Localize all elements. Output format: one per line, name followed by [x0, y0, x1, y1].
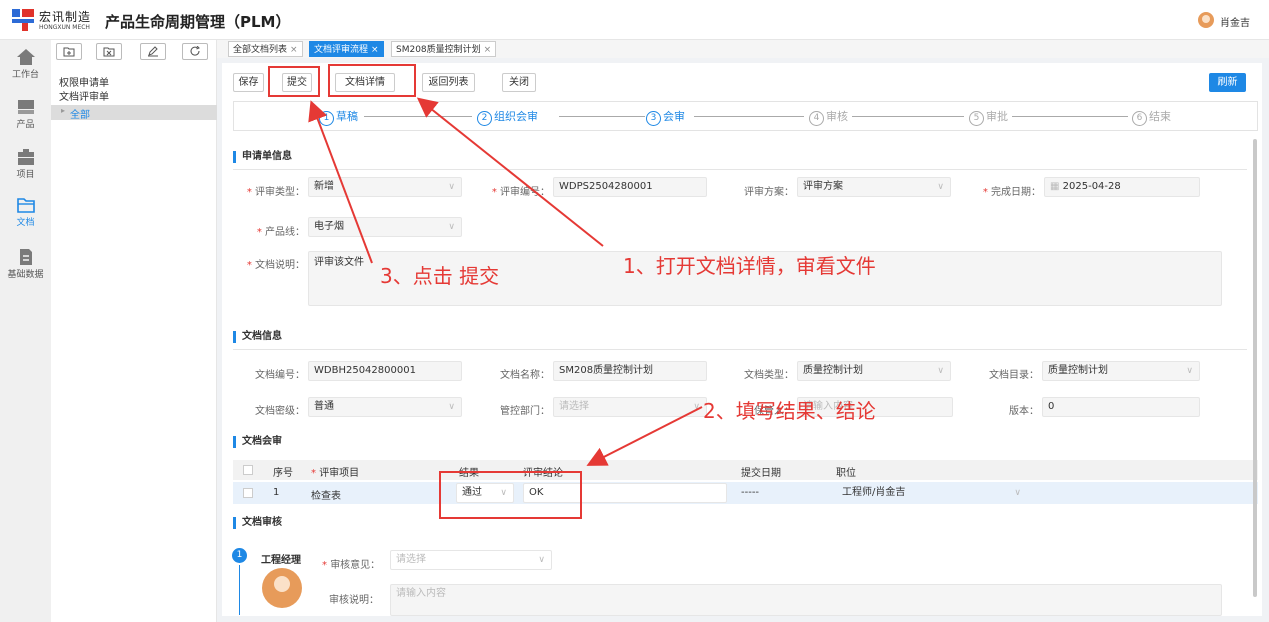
back-to-list-button[interactable]: 返回列表 — [422, 73, 475, 92]
doc-directory-select[interactable]: 质量控制计划 ∨ — [1042, 361, 1200, 381]
brand-name: 宏讯制造 — [39, 10, 92, 24]
highlight-result-conclusion — [439, 471, 582, 519]
nav-item-base-data[interactable]: 基础数据 — [0, 244, 51, 286]
auditor-avatar — [262, 568, 302, 616]
expand-arrow-icon: ▸ — [61, 106, 66, 115]
tab-all-documents[interactable]: 全部文档列表 × — [228, 41, 303, 57]
chevron-down-icon: ∨ — [448, 402, 455, 412]
highlight-doc-detail — [328, 64, 416, 97]
nav-item-workbench[interactable]: 工作台 — [0, 44, 51, 86]
edit-icon — [148, 46, 158, 57]
secret-level-select[interactable]: 普通 ∨ — [308, 397, 462, 417]
main-content: 保存 提交 文档详情 返回列表 关闭 刷新 1 草稿 2 组织会审 3 会审 4 审核 … — [217, 58, 1269, 622]
review-type-select[interactable]: 新增 ∨ — [308, 177, 462, 197]
step-review: 3 会审 — [646, 108, 685, 126]
close-icon[interactable]: × — [484, 45, 492, 55]
user-name[interactable]: 肖金吉 — [1220, 14, 1250, 29]
select-all-checkbox[interactable] — [243, 465, 253, 475]
tab-sm208[interactable]: SM208质量控制计划 × — [391, 41, 497, 57]
refresh-tree-button[interactable] — [182, 43, 208, 60]
nav-item-project[interactable]: 项目 — [0, 144, 51, 186]
doc-name-field: SM208质量控制计划 — [553, 361, 707, 381]
section-doc-review: 文档会审 — [233, 436, 282, 448]
doc-type-select[interactable]: 质量控制计划 ∨ — [797, 361, 951, 381]
new-folder-button[interactable] — [56, 43, 82, 60]
brand-subtitle: HONGXUN MECH — [39, 24, 90, 31]
add-folder-icon — [63, 47, 75, 57]
section-doc-audit: 文档审核 — [233, 517, 282, 529]
product-icon — [17, 100, 34, 114]
nav-item-document[interactable]: 文档 — [0, 192, 51, 234]
edit-folder-button[interactable] — [140, 43, 166, 60]
highlight-submit — [268, 66, 320, 97]
audit-step-number: 1 — [232, 548, 247, 563]
chevron-down-icon: ∨ — [538, 555, 545, 565]
chevron-down-icon: ∨ — [1014, 488, 1021, 498]
chevron-down-icon: ∨ — [448, 182, 455, 192]
app-title: 产品生命周期管理（PLM） — [105, 13, 291, 31]
review-table-header: 序号 * 评审项目 结果 评审结论 提交日期 职位 — [233, 460, 1258, 480]
review-plan-select[interactable]: 评审方案 ∨ — [797, 177, 951, 197]
chevron-down-icon: ∨ — [1186, 366, 1193, 376]
control-dept-select[interactable]: 请选择 ∨ — [553, 397, 707, 417]
vertical-scrollbar[interactable] — [1253, 139, 1257, 597]
chevron-down-icon: ∨ — [693, 402, 700, 412]
audit-role: 工程经理 — [261, 555, 301, 566]
close-icon[interactable]: × — [371, 45, 379, 55]
home-icon — [16, 49, 35, 65]
refresh-button[interactable]: 刷新 — [1209, 73, 1246, 92]
delete-folder-button[interactable] — [96, 43, 122, 60]
save-button[interactable]: 保存 — [233, 73, 264, 92]
step-end: 6 结束 — [1132, 108, 1171, 126]
workflow-steps: 1 草稿 2 组织会审 3 会审 4 审核 5 审批 6 结束 — [233, 101, 1258, 131]
table-row[interactable]: 1 检查表 通过 ∨ OK ----- 工程师/肖金吉 ∨ — [233, 482, 1258, 504]
app-header: 宏讯制造 HONGXUN MECH 产品生命周期管理（PLM） 肖金吉 — [0, 0, 1269, 40]
finish-date-field[interactable]: ▦ 2025-04-28 — [1044, 177, 1200, 197]
close-button[interactable]: 关闭 — [502, 73, 536, 92]
review-no-field: WDPS2504280001 — [553, 177, 707, 197]
annotation-step-2: 2、填写结果、结论 — [703, 399, 876, 423]
refresh-icon — [190, 46, 200, 56]
review-form-card: 保存 提交 文档详情 返回列表 关闭 刷新 1 草稿 2 组织会审 3 会审 4 审核 … — [222, 63, 1262, 616]
document-icon — [19, 249, 32, 265]
annotation-step-3: 3、点击 提交 — [380, 264, 500, 288]
annotation-step-1: 1、打开文档详情，审看文件 — [623, 254, 876, 278]
folder-icon — [16, 198, 35, 213]
position-select[interactable]: 工程师/肖金吉 ∨ — [836, 483, 1028, 503]
audit-opinion-select[interactable]: 请选择 ∨ — [390, 550, 552, 570]
company-logo — [12, 9, 34, 31]
remove-folder-icon — [103, 47, 115, 57]
chevron-down-icon: ∨ — [448, 222, 455, 232]
doc-no-field: WDBH25042800001 — [308, 361, 462, 381]
product-line-select[interactable]: 电子烟 ∨ — [308, 217, 462, 237]
nav-item-product[interactable]: 产品 — [0, 94, 51, 136]
tree-item-permission-request[interactable]: 权限申请单 — [59, 74, 109, 89]
step-audit: 4 审核 — [809, 108, 848, 126]
calendar-icon: ▦ — [1050, 181, 1063, 192]
step-organize-review: 2 组织会审 — [477, 108, 538, 126]
tree-item-doc-review[interactable]: 文档评审单 — [59, 88, 109, 103]
project-icon — [17, 149, 34, 165]
chevron-down-icon: ∨ — [937, 366, 944, 376]
user-avatar[interactable] — [1198, 12, 1214, 28]
version-field: 0 — [1042, 397, 1200, 417]
chevron-down-icon: ∨ — [937, 182, 944, 192]
document-tree-panel: 权限申请单 文档评审单 ▸ 全部 — [51, 40, 217, 622]
tab-bar: 全部文档列表 × 文档评审流程 × SM208质量控制计划 × — [217, 40, 1269, 58]
section-request-info: 申请单信息 — [233, 151, 292, 163]
step-draft: 1 草稿 — [319, 108, 358, 126]
close-icon[interactable]: × — [290, 45, 298, 55]
step-approve: 5 审批 — [969, 108, 1008, 126]
section-doc-info: 文档信息 — [233, 331, 282, 343]
main-nav: 工作台 产品 项目 文档 基础数据 — [0, 40, 51, 622]
tab-doc-review-flow[interactable]: 文档评审流程 × — [309, 41, 384, 57]
audit-note-input[interactable]: 请输入内容 — [390, 584, 1222, 616]
tree-item-all[interactable]: ▸ 全部 — [51, 105, 217, 121]
row-checkbox[interactable] — [243, 488, 253, 498]
